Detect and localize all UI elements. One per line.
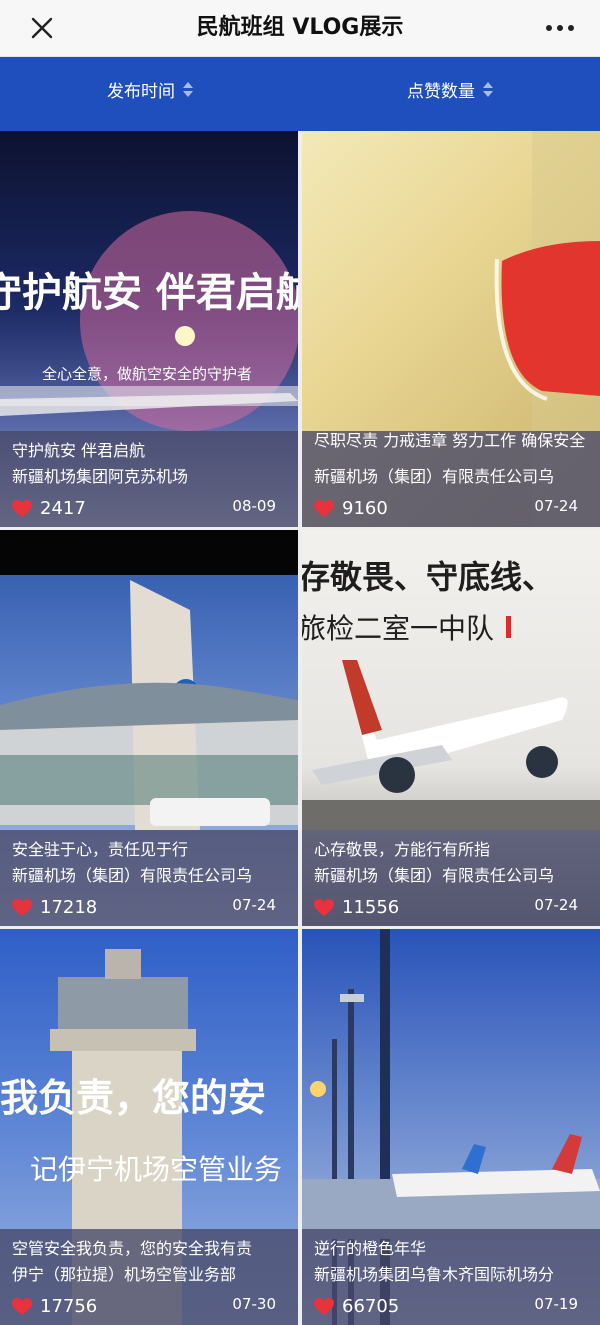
heart-icon xyxy=(314,1297,334,1315)
like-count: 11556 xyxy=(314,897,399,918)
more-dots-icon[interactable] xyxy=(540,12,580,44)
card-info: 心存敬畏，方能行有所指 新疆机场（集团）有限责任公司乌 11556 07-24 xyxy=(302,830,600,926)
card-title: 心存敬畏，方能行有所指 xyxy=(314,840,491,859)
publish-date: 07-30 xyxy=(232,1295,276,1313)
vlog-card[interactable]: 守护航安 伴君启航 全心全意，做航空安全的守护者 守护航安 伴君启航 新疆机场集… xyxy=(0,131,298,527)
card-org: 新疆机场（集团）有限责任公司乌 xyxy=(314,467,555,486)
like-count-value: 17218 xyxy=(40,897,98,918)
heart-icon xyxy=(12,499,32,517)
publish-date: 07-19 xyxy=(534,1295,578,1313)
sort-like-count-label: 点赞数量 xyxy=(407,81,475,102)
thumbnail-subcaption: 旅检二室一中队 xyxy=(302,612,494,645)
card-org: 新疆机场（集团）有限责任公司乌 xyxy=(314,866,555,885)
vlog-card[interactable]: 尽职尽责 力戒违章 努力工作 确保安全 新疆机场（集团）有限责任公司乌 9160… xyxy=(302,131,600,527)
sort-publish-time-label: 发布时间 xyxy=(107,81,175,102)
vlog-card[interactable]: 我负责，您的安 记伊宁机场空管业务 空管安全我负责，您的安全我有责 伊宁（那拉提… xyxy=(0,929,298,1325)
publish-date: 07-24 xyxy=(232,896,276,914)
thumbnail-subcaption: 全心全意，做航空安全的守护者 xyxy=(42,365,252,383)
like-count-value: 66705 xyxy=(342,1296,400,1317)
heart-icon xyxy=(314,499,334,517)
publish-date: 07-24 xyxy=(534,497,578,515)
card-title: 逆行的橙色年华 xyxy=(314,1239,427,1258)
thumbnail-caption: 守护航安 伴君启航 xyxy=(0,270,298,316)
like-count: 9160 xyxy=(314,498,388,519)
sort-bar: 发布时间 点赞数量 xyxy=(0,57,600,131)
heart-icon xyxy=(314,898,334,916)
like-count-value: 2417 xyxy=(40,498,86,519)
close-icon[interactable] xyxy=(26,12,58,44)
heart-icon xyxy=(12,1297,32,1315)
like-count: 17218 xyxy=(12,897,97,918)
like-count: 2417 xyxy=(12,498,86,519)
like-count: 17756 xyxy=(12,1296,97,1317)
card-info: 空管安全我负责，您的安全我有责 伊宁（那拉提）机场空管业务部 17756 07-… xyxy=(0,1229,298,1325)
card-info: 逆行的橙色年华 新疆机场集团乌鲁木齐国际机场分 66705 07-19 xyxy=(302,1229,600,1325)
card-org: 新疆机场（集团）有限责任公司乌 xyxy=(12,866,253,885)
page-title: 民航班组 VLOG展示 xyxy=(196,15,404,40)
thumbnail-caption: 存敬畏、守底线、 xyxy=(302,558,554,596)
vlog-card[interactable]: 逆行的橙色年华 新疆机场集团乌鲁木齐国际机场分 66705 07-19 xyxy=(302,929,600,1325)
like-count: 66705 xyxy=(314,1296,399,1317)
thumbnail-subcaption: 记伊宁机场空管业务 xyxy=(30,1153,282,1186)
card-title: 安全驻于心，责任见于行 xyxy=(12,840,189,859)
card-info: 守护航安 伴君启航 新疆机场集团阿克苏机场 2417 08-09 xyxy=(0,431,298,527)
card-info: 安全驻于心，责任见于行 新疆机场（集团）有限责任公司乌 17218 07-24 xyxy=(0,830,298,926)
like-count-value: 9160 xyxy=(342,498,388,519)
card-title: 尽职尽责 力戒违章 努力工作 确保安全 xyxy=(314,431,586,450)
sort-by-likes-button[interactable]: 点赞数量 xyxy=(300,57,600,131)
vlog-grid: 守护航安 伴君启航 全心全意，做航空安全的守护者 守护航安 伴君启航 新疆机场集… xyxy=(0,131,600,1325)
heart-icon xyxy=(12,898,32,916)
sort-arrows-icon xyxy=(483,81,493,97)
sort-arrows-icon xyxy=(183,81,193,97)
like-count-value: 11556 xyxy=(342,897,400,918)
vlog-card[interactable]: T2 安全驻于心，责任见于行 新疆机场（集团）有限责任公司乌 17218 07-… xyxy=(0,530,298,926)
card-org: 新疆机场集团乌鲁木齐国际机场分 xyxy=(314,1265,555,1284)
sort-by-publish-time-button[interactable]: 发布时间 xyxy=(0,57,300,131)
like-count-value: 17756 xyxy=(40,1296,98,1317)
card-org: 新疆机场集团阿克苏机场 xyxy=(12,467,189,486)
card-title: 守护航安 伴君启航 xyxy=(12,441,146,460)
title-bar: 民航班组 VLOG展示 xyxy=(0,0,600,57)
card-info: 尽职尽责 力戒违章 努力工作 确保安全 新疆机场（集团）有限责任公司乌 9160… xyxy=(302,431,600,527)
card-org: 伊宁（那拉提）机场空管业务部 xyxy=(12,1265,237,1284)
card-title: 空管安全我负责，您的安全我有责 xyxy=(12,1239,253,1258)
publish-date: 07-24 xyxy=(534,896,578,914)
thumbnail-caption: 我负责，您的安 xyxy=(0,1076,266,1120)
publish-date: 08-09 xyxy=(232,497,276,515)
vlog-card[interactable]: 存敬畏、守底线、 旅检二室一中队 心存敬畏，方能行有所指 新疆机场（集团）有限责… xyxy=(302,530,600,926)
